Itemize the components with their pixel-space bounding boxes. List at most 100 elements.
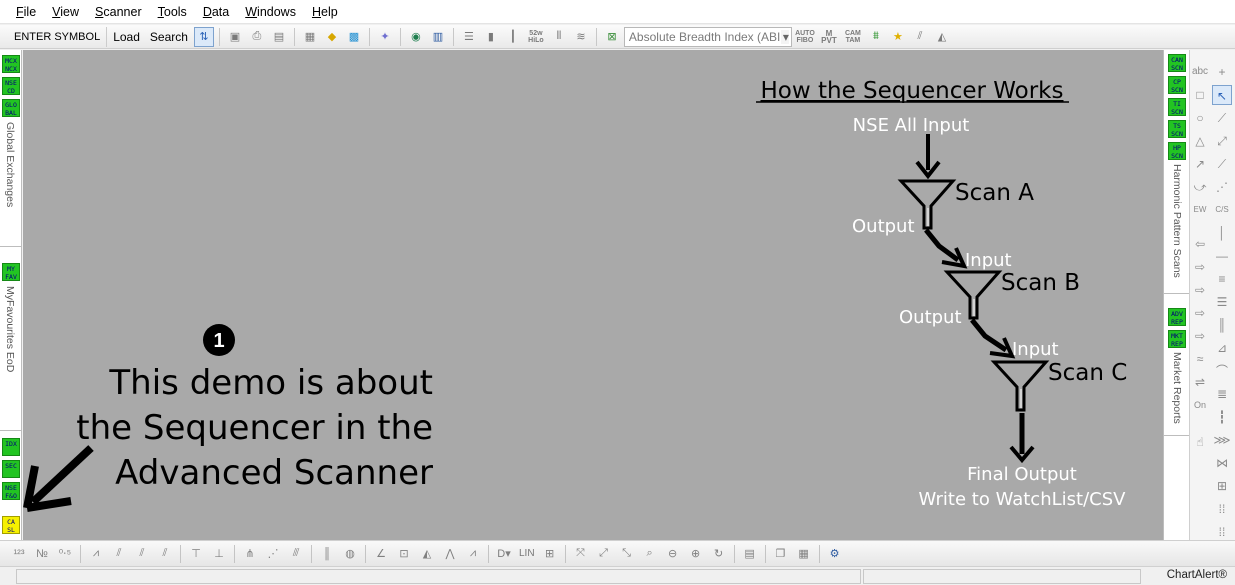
paste-icon[interactable]: ▦ [793,544,815,564]
nse-fo-button[interactable]: NSE F&O [2,482,20,500]
grid-toggle-icon[interactable]: ⊞ [539,544,561,564]
layout-icon[interactable]: ▥ [428,27,448,47]
ew-tool-icon[interactable]: EW [1190,200,1210,220]
arrow-tool-icon[interactable]: ↗ [1190,154,1210,174]
cp-scan-button[interactable]: CP SCN [1168,76,1186,94]
auto-fibo-icon[interactable]: AUTO FIBO [794,27,816,47]
fan-icon[interactable]: ⋰ [262,544,284,564]
ellipse-tool-icon[interactable]: ○ [1190,108,1210,128]
pattern-icon[interactable]: ◭ [932,27,952,47]
load-button[interactable]: Load [109,30,144,44]
diamond-tool-icon[interactable]: ◆ [322,27,342,47]
properties-icon[interactable]: ▤ [739,544,761,564]
horizontal-line-icon[interactable]: — [1212,246,1232,266]
multi-line-icon[interactable]: ⋰ [1212,177,1232,197]
back-arrow-icon[interactable]: ⇦ [1190,234,1210,254]
fib-tool-icon[interactable]: ≡ [1212,269,1232,289]
mcx-ncx-button[interactable]: MCX NCX [2,55,20,73]
trend-lines-icon[interactable]: ⫽ [910,27,930,47]
line-tool-icon[interactable]: ⟋ [1212,108,1232,128]
ca-sl-button[interactable]: CA SL [2,516,20,534]
hp-scan-button[interactable]: HP SCN [1168,142,1186,160]
enter-symbol-button[interactable]: ENTER SYMBOL [8,26,108,47]
cam-tam-icon[interactable]: CAM TAM [842,27,864,47]
hand-tool-icon[interactable]: ☝ [1190,432,1210,452]
channel-icon[interactable]: ☰ [1212,292,1232,312]
candle-icon[interactable]: ⫴ [549,27,569,47]
menu-file[interactable]: File [8,5,44,19]
grid-lines-icon[interactable]: ┇ [1212,407,1232,427]
nav-right-icon[interactable]: ⇨ [1190,280,1210,300]
menu-help[interactable]: Help [304,5,346,19]
adv-rep-button[interactable]: ADV REP [1168,308,1186,326]
my-fav-button[interactable]: MY FAV [2,263,20,281]
nse-cd-button[interactable]: NSE CD [2,77,20,95]
menu-view[interactable]: View [44,5,87,19]
head-shoulders-icon[interactable]: ⋀ [439,544,461,564]
print-preview-icon[interactable]: ▤ [269,27,289,47]
arc-tool-icon[interactable]: ⌒ [1212,361,1232,381]
search-button[interactable]: Search [146,30,192,44]
matrix-icon[interactable]: ⁞⁞ [1212,499,1232,519]
cycles-icon[interactable]: ║ [316,544,338,564]
level-b-icon[interactable]: ⊥ [208,544,230,564]
triangle-tool-icon[interactable]: △ [1190,131,1210,151]
globe-icon[interactable]: ◉ [406,27,426,47]
volume-bars-icon[interactable]: ▮ [481,27,501,47]
abc-pattern-icon[interactable]: ⩘ [462,544,484,564]
chart-window-icon[interactable]: ▦ [300,27,320,47]
pointer-tool-icon[interactable]: ⇅ [193,26,214,47]
trendline-icon[interactable]: ⤢ [1212,131,1232,151]
angle-icon[interactable]: ∠ [370,544,392,564]
ti-scan-button[interactable]: TI SCN [1168,98,1186,116]
pattern-a-icon[interactable]: ⩘ [85,544,107,564]
numbering-alt-icon[interactable]: № [31,544,53,564]
fan-tool-icon[interactable]: ⊿ [1212,338,1232,358]
link-tool-icon[interactable]: ⇌ [1190,372,1210,392]
menu-windows[interactable]: Windows [237,5,304,19]
zoom-out-icon[interactable]: ⊖ [662,544,684,564]
numbering-icon[interactable]: ¹²³ [8,544,30,564]
copy-icon[interactable]: ❐ [770,544,792,564]
nav-forward-icon[interactable]: ⇨ [1190,326,1210,346]
menu-scanner[interactable]: Scanner [87,5,150,19]
menu-tools[interactable]: Tools [150,5,195,19]
rectangle-tool-icon[interactable]: □ [1190,85,1210,105]
zoom-expand-icon[interactable]: ⤢ [593,544,615,564]
vertical-line-icon[interactable]: │ [1212,223,1232,243]
nav-play-icon[interactable]: ⇨ [1190,303,1210,323]
level-a-icon[interactable]: ⊤ [185,544,207,564]
pattern-b-icon[interactable]: ⫽ [108,544,130,564]
bars-tool-icon[interactable]: ║ [1212,315,1232,335]
numbering-decimal-icon[interactable]: ⁰⋅⁵ [54,544,76,564]
pattern-c-icon[interactable]: ⫽ [131,544,153,564]
sec-button[interactable]: SEC [2,460,20,478]
print-icon[interactable]: ⎙ [247,27,267,47]
pointer-select-icon[interactable]: ↖ [1212,85,1232,105]
cs-tool-icon[interactable]: C/S [1212,200,1232,220]
settings-icon[interactable]: ⚙ [824,544,846,564]
stairs-icon[interactable]: ≣ [1212,384,1232,404]
zoom-magnifier-icon[interactable]: ⌕ [639,544,661,564]
pattern-d-icon[interactable]: ⫽ [154,544,176,564]
cn-scan-button[interactable]: CAN SCN [1168,54,1186,72]
m-pvt-icon[interactable]: M PVT [818,27,840,47]
global-button[interactable]: GLO BAL [2,99,20,117]
chart-canvas[interactable]: 1 This demo is about the Sequencer in th… [23,50,1163,540]
curve-tool-icon[interactable]: ⤻ [1190,177,1210,197]
gann-icon[interactable]: ⋈ [1212,453,1232,473]
pitchfork-icon[interactable]: ⋔ [239,544,261,564]
moving-average-icon[interactable]: ≋ [571,27,591,47]
table-icon[interactable]: ⊞ [1212,476,1232,496]
mkt-rep-button[interactable]: MKT REP [1168,330,1186,348]
zoom-box-icon[interactable]: ⊡ [393,544,415,564]
star-icon[interactable]: ★ [888,27,908,47]
zoom-fit-icon[interactable]: ⤧ [570,544,592,564]
d-chevron-icon[interactable]: D▾ [493,544,515,564]
signal-icon[interactable]: ⩩ [866,27,886,47]
triangle-pattern-icon[interactable]: ◭ [416,544,438,564]
crosshair-icon[interactable]: + [1212,62,1232,82]
links-icon[interactable]: ✦ [375,27,395,47]
zoom-in-icon[interactable]: ⊕ [685,544,707,564]
on-toggle-icon[interactable]: On [1190,395,1210,415]
